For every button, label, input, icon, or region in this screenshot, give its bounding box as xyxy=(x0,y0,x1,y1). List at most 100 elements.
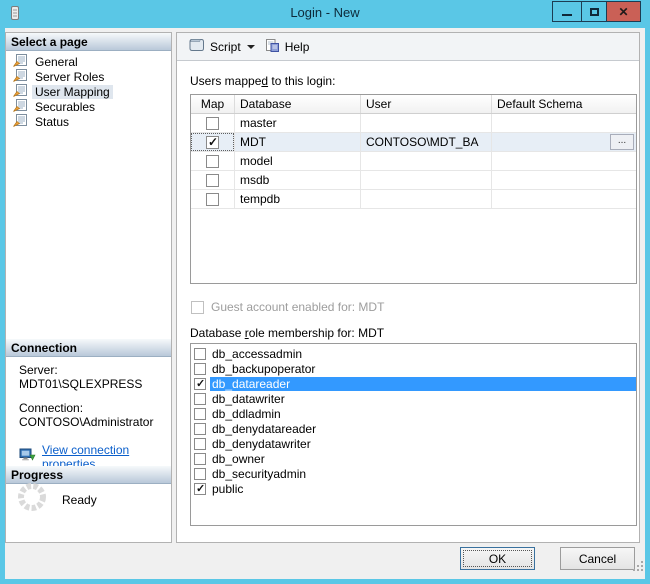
role-checkbox[interactable] xyxy=(194,423,206,435)
database-cell[interactable]: master xyxy=(235,114,361,132)
database-cell[interactable]: tempdb xyxy=(235,190,361,208)
main-panel: Script Help Users mapped to this login: … xyxy=(176,32,640,543)
sidebar-item-securables[interactable]: Securables xyxy=(6,99,171,114)
map-cell xyxy=(191,190,235,208)
schema-cell[interactable] xyxy=(492,190,636,208)
script-dropdown-arrow[interactable] xyxy=(247,45,255,49)
map-checkbox[interactable] xyxy=(206,174,219,187)
database-cell[interactable]: MDT xyxy=(235,133,361,151)
role-list-item[interactable]: db_backupoperator xyxy=(191,361,636,376)
user-cell[interactable] xyxy=(361,152,492,170)
schema-cell[interactable]: ... xyxy=(492,133,636,151)
map-checkbox[interactable] xyxy=(206,155,219,168)
database-cell[interactable]: model xyxy=(235,152,361,170)
select-page-header: Select a page xyxy=(6,33,171,51)
role-checkbox[interactable] xyxy=(194,438,206,450)
sidebar-item-server-roles[interactable]: Server Roles xyxy=(6,69,171,84)
database-cell[interactable]: msdb xyxy=(235,171,361,189)
schema-cell[interactable] xyxy=(492,171,636,189)
script-button[interactable]: Script xyxy=(184,35,245,58)
sidebar-item-label: Status xyxy=(32,115,72,129)
role-list-item[interactable]: db_denydatareader xyxy=(191,421,636,436)
role-checkbox[interactable] xyxy=(194,468,206,480)
user-cell[interactable]: CONTOSO\MDT_BA xyxy=(361,133,492,151)
sidebar: Select a page GeneralServer RolesUser Ma… xyxy=(5,32,172,543)
close-icon: ✕ xyxy=(618,6,628,18)
map-checkbox[interactable] xyxy=(206,136,219,149)
ok-button[interactable]: OK xyxy=(460,547,535,570)
role-membership-label: Database role membership for: MDT xyxy=(190,326,384,340)
user-cell[interactable] xyxy=(361,114,492,132)
table-row[interactable]: master xyxy=(191,114,636,133)
role-checkbox[interactable] xyxy=(194,483,206,495)
server-label: Server: xyxy=(19,363,168,377)
guest-account-checkbox xyxy=(191,301,204,314)
caption-buttons: ✕ xyxy=(553,1,641,22)
maximize-button[interactable] xyxy=(581,1,607,22)
column-header[interactable]: Map xyxy=(191,95,235,113)
minimize-icon xyxy=(562,14,572,16)
role-list-item[interactable]: db_datawriter xyxy=(191,391,636,406)
role-label: db_accessadmin xyxy=(210,347,636,361)
sidebar-item-status[interactable]: Status xyxy=(6,114,171,129)
role-checkbox[interactable] xyxy=(194,348,206,360)
role-label: db_denydatawriter xyxy=(210,437,636,451)
help-label: Help xyxy=(285,40,310,54)
role-label: db_backupoperator xyxy=(210,362,636,376)
resize-grip[interactable] xyxy=(632,559,644,577)
cancel-button[interactable]: Cancel xyxy=(560,547,635,570)
map-cell xyxy=(191,152,235,170)
sidebar-item-label: Securables xyxy=(32,100,98,114)
page-icon xyxy=(13,114,27,130)
sidebar-item-general[interactable]: General xyxy=(6,54,171,69)
connection-properties-icon xyxy=(19,448,36,466)
map-cell xyxy=(191,114,235,132)
role-list-item[interactable]: db_datareader xyxy=(191,376,636,391)
browse-schema-button[interactable]: ... xyxy=(610,134,634,150)
table-row[interactable]: msdb xyxy=(191,171,636,190)
role-checkbox[interactable] xyxy=(194,453,206,465)
role-list-item[interactable]: db_accessadmin xyxy=(191,346,636,361)
role-list-item[interactable]: db_securityadmin xyxy=(191,466,636,481)
role-checkbox[interactable] xyxy=(194,363,206,375)
script-icon xyxy=(188,38,205,55)
toolbar: Script Help xyxy=(177,33,639,61)
map-checkbox[interactable] xyxy=(206,193,219,206)
sidebar-item-user-mapping[interactable]: User Mapping xyxy=(6,84,171,99)
schema-cell[interactable] xyxy=(492,152,636,170)
role-list-item[interactable]: db_owner xyxy=(191,451,636,466)
role-checkbox[interactable] xyxy=(194,408,206,420)
minimize-button[interactable] xyxy=(552,1,582,22)
role-list-item[interactable]: db_denydatawriter xyxy=(191,436,636,451)
users-table-body: masterMDTCONTOSO\MDT_BA...modelmsdbtempd… xyxy=(191,114,636,209)
page-icon xyxy=(13,54,27,70)
table-row[interactable]: MDTCONTOSO\MDT_BA... xyxy=(191,133,636,152)
users-mapped-table[interactable]: MapDatabaseUserDefault Schema masterMDTC… xyxy=(190,94,637,284)
titlebar[interactable]: Login - New ✕ xyxy=(0,0,650,28)
dialog-body: Select a page GeneralServer RolesUser Ma… xyxy=(5,28,645,579)
column-header[interactable]: Default Schema xyxy=(492,95,636,113)
role-list-item[interactable]: db_ddladmin xyxy=(191,406,636,421)
user-cell[interactable] xyxy=(361,171,492,189)
progress-spinner-icon xyxy=(16,481,48,518)
sidebar-item-label: General xyxy=(32,55,81,69)
user-cell[interactable] xyxy=(361,190,492,208)
help-button[interactable]: Help xyxy=(261,35,314,59)
table-row[interactable]: model xyxy=(191,152,636,171)
select-page-list: GeneralServer RolesUser MappingSecurable… xyxy=(6,51,171,129)
role-checkbox[interactable] xyxy=(194,378,206,390)
map-checkbox[interactable] xyxy=(206,117,219,130)
login-new-dialog: Login - New ✕ Select a page GeneralServe… xyxy=(0,0,650,584)
schema-cell[interactable] xyxy=(492,114,636,132)
role-membership-list[interactable]: db_accessadmindb_backupoperatordb_datare… xyxy=(190,343,637,526)
role-checkbox[interactable] xyxy=(194,393,206,405)
help-icon xyxy=(265,38,280,56)
role-label: public xyxy=(210,482,636,496)
column-header[interactable]: Database xyxy=(235,95,361,113)
role-list-item[interactable]: public xyxy=(191,481,636,496)
column-header[interactable]: User xyxy=(361,95,492,113)
close-button[interactable]: ✕ xyxy=(606,1,641,22)
table-row[interactable]: tempdb xyxy=(191,190,636,209)
role-label: db_denydatareader xyxy=(210,422,636,436)
page-icon xyxy=(13,69,27,85)
